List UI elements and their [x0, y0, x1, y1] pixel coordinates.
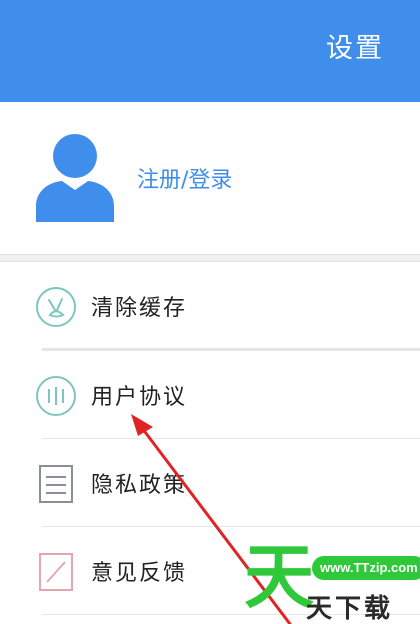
document-icon [39, 465, 73, 503]
section-gap [0, 254, 420, 262]
user-avatar-icon [36, 134, 114, 222]
broom-icon [36, 287, 76, 327]
menu-item-user-agreement[interactable]: 用户协议 [0, 351, 420, 439]
menu-label: 意见反馈 [91, 561, 188, 586]
menu-item-privacy-policy[interactable]: 隐私政策 [0, 439, 420, 527]
app-header: 设置 [0, 0, 420, 102]
agreement-icon [36, 376, 76, 416]
menu-label: 用户协议 [91, 385, 188, 410]
login-register-link[interactable]: 注册/登录 [137, 162, 232, 194]
edit-icon [39, 553, 73, 591]
watermark-url: www.TTzip.com [312, 556, 420, 580]
page-title: 设置 [326, 33, 384, 64]
settings-screen: 设置 注册/登录 清除缓存 用户协议 隐私政策 意见反馈 天 www.TTzip… [0, 0, 420, 624]
site-watermark: 天 www.TTzip.com 天下载 [238, 542, 420, 624]
menu-label: 清除缓存 [91, 296, 188, 321]
menu-item-clear-cache[interactable]: 清除缓存 [0, 262, 420, 350]
watermark-logo: 天 [244, 536, 314, 618]
menu-label: 隐私政策 [91, 473, 188, 498]
login-row[interactable]: 注册/登录 [0, 102, 420, 260]
watermark-name: 天下载 [306, 594, 394, 624]
